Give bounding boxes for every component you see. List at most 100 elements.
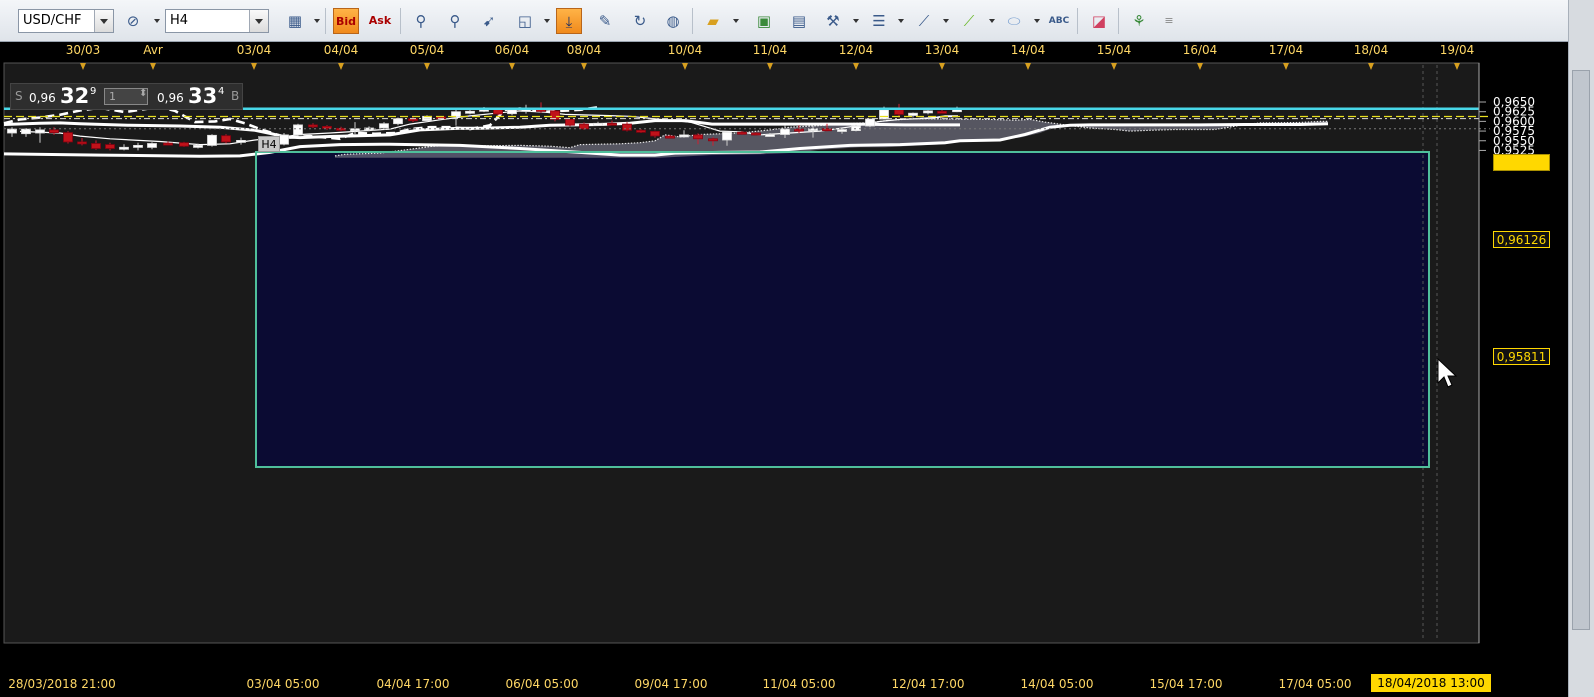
zoom-in-icon[interactable]: ⚲ [408,8,434,34]
date-top-label: 12/04 [838,43,874,57]
candle-body [133,145,143,148]
candle-body [163,142,173,146]
symbol-dropdown-icon[interactable] [94,10,113,32]
candle-body [794,128,804,132]
date-top-label: 19/04 [1439,43,1475,57]
candle-body [737,131,747,135]
price-chart[interactable]: 0,96500,96250,96000,95750,95500,9525 [0,60,1568,671]
magnet-icon[interactable]: ⊘ [120,8,146,34]
indicator-icon[interactable]: ▤ [786,8,812,34]
candle-body [322,126,332,129]
candle [279,133,289,146]
zoom-out-icon[interactable]: ⚲ [442,8,468,34]
lines-dropdown-icon[interactable] [898,19,904,23]
candle-body [35,129,45,134]
pointer-icon[interactable]: ➹ [476,8,502,34]
globe-icon[interactable]: ◍ [660,8,686,34]
date-top-label: 30/03 [65,43,101,57]
candle-body [708,138,718,142]
date-top-label: 04/04 [323,43,359,57]
candle-body [279,134,289,145]
date-bottom-label: 06/04 05:00 [505,677,579,691]
refresh-icon[interactable]: ↻ [627,8,653,34]
ellipse-icon[interactable]: ⬭ [1001,8,1027,34]
timeframe-dropdown-icon[interactable] [249,10,268,32]
lot-stepper[interactable]: 1 ⬍ [104,88,148,105]
candle [63,131,73,144]
date-top-label: 14/04 [1010,43,1046,57]
buy-price-pips[interactable]: 33 [188,84,217,108]
tree-icon[interactable]: ⚘ [1126,8,1152,34]
candle-body [579,123,589,130]
bid-button[interactable]: Bid [333,8,359,34]
sell-price-prefix: 0,96 [29,91,56,105]
text-abc-icon[interactable]: ABC [1046,8,1072,34]
ruler-icon[interactable]: ▰ [700,8,726,34]
date-bottom-label: 04/04 17:00 [376,677,450,691]
lot-stepper-arrow-icon[interactable]: ⬍ [139,88,147,99]
candle-body [765,134,775,137]
chart-type-dropdown-icon[interactable] [314,19,320,23]
ask-button[interactable]: Ask [367,8,393,34]
candle [851,124,861,132]
candle-body [865,118,875,127]
candle-body [91,143,101,149]
date-top-label: 05/04 [409,43,445,57]
date-top-label: 08/04 [566,43,602,57]
price-line-icon[interactable]: ⤓ [556,8,582,34]
candle-body [207,134,217,146]
date-top-label: 17/04 [1268,43,1304,57]
sell-price-pips[interactable]: 32 [60,84,89,108]
magnifier-dropdown-icon[interactable] [544,19,550,23]
mouse-cursor-icon [1437,358,1458,388]
chart-type-icon[interactable]: ▦ [282,8,308,34]
candle [179,141,189,147]
eraser-icon[interactable]: ◪ [1086,8,1112,34]
image-icon[interactable]: ▣ [751,8,777,34]
candle-body [179,142,189,147]
candle-body [308,124,318,128]
date-bottom-label: 03/04 05:00 [246,677,320,691]
candle-body [77,141,87,145]
vertical-scrollbar[interactable] [1568,0,1594,697]
ruler-dropdown-icon[interactable] [733,19,739,23]
symbol-select[interactable]: USD/CHF [18,9,114,33]
toolbar-separator [1118,8,1119,34]
fan-dropdown-icon[interactable] [943,19,949,23]
yellow-level-badge: 0,96126 [1493,231,1550,248]
date-bottom-label: 12/04 17:00 [891,677,965,691]
crosshair-date-badge: 18/04/2018 13:00 [1371,674,1491,692]
candle [550,109,560,122]
timeframe-select[interactable]: H4 [165,9,269,33]
candle-body [593,122,603,126]
template-icon[interactable]: ✎ [592,8,618,34]
candle-body [837,129,847,132]
lines-icon[interactable]: ☰ [866,8,892,34]
candle-body [923,110,933,114]
symbol-value: USD/CHF [23,13,82,28]
candle-body [49,129,59,134]
toolbar-separator [692,8,693,34]
tools-dropdown-icon[interactable] [853,19,859,23]
scrollbar-thumb[interactable] [1572,70,1590,630]
toolbar-separator [400,8,401,34]
pencil-dropdown-icon[interactable] [989,19,995,23]
date-bottom-label: 11/04 05:00 [762,677,836,691]
candle-body [379,123,389,129]
candle [565,118,575,127]
range-rectangle-fill [256,152,1429,467]
timeframe-value: H4 [170,13,189,28]
date-top-label: 11/04 [752,43,788,57]
candle-body [780,128,790,135]
pencil-icon[interactable]: ⟋ [956,8,982,34]
candle-body [105,144,115,149]
fan-icon[interactable]: ⟋ [911,8,937,34]
tools-icon[interactable]: ⚒ [820,8,846,34]
list-icon[interactable]: ≡ [1156,8,1182,34]
candle-body [894,109,904,115]
candle-body [119,146,129,150]
ellipse-dropdown-icon[interactable] [1034,19,1040,23]
magnet-dropdown-icon[interactable] [154,19,160,23]
magnifier-icon[interactable]: ◱ [512,8,538,34]
current-price-badge: 0,96327 [1493,154,1550,171]
